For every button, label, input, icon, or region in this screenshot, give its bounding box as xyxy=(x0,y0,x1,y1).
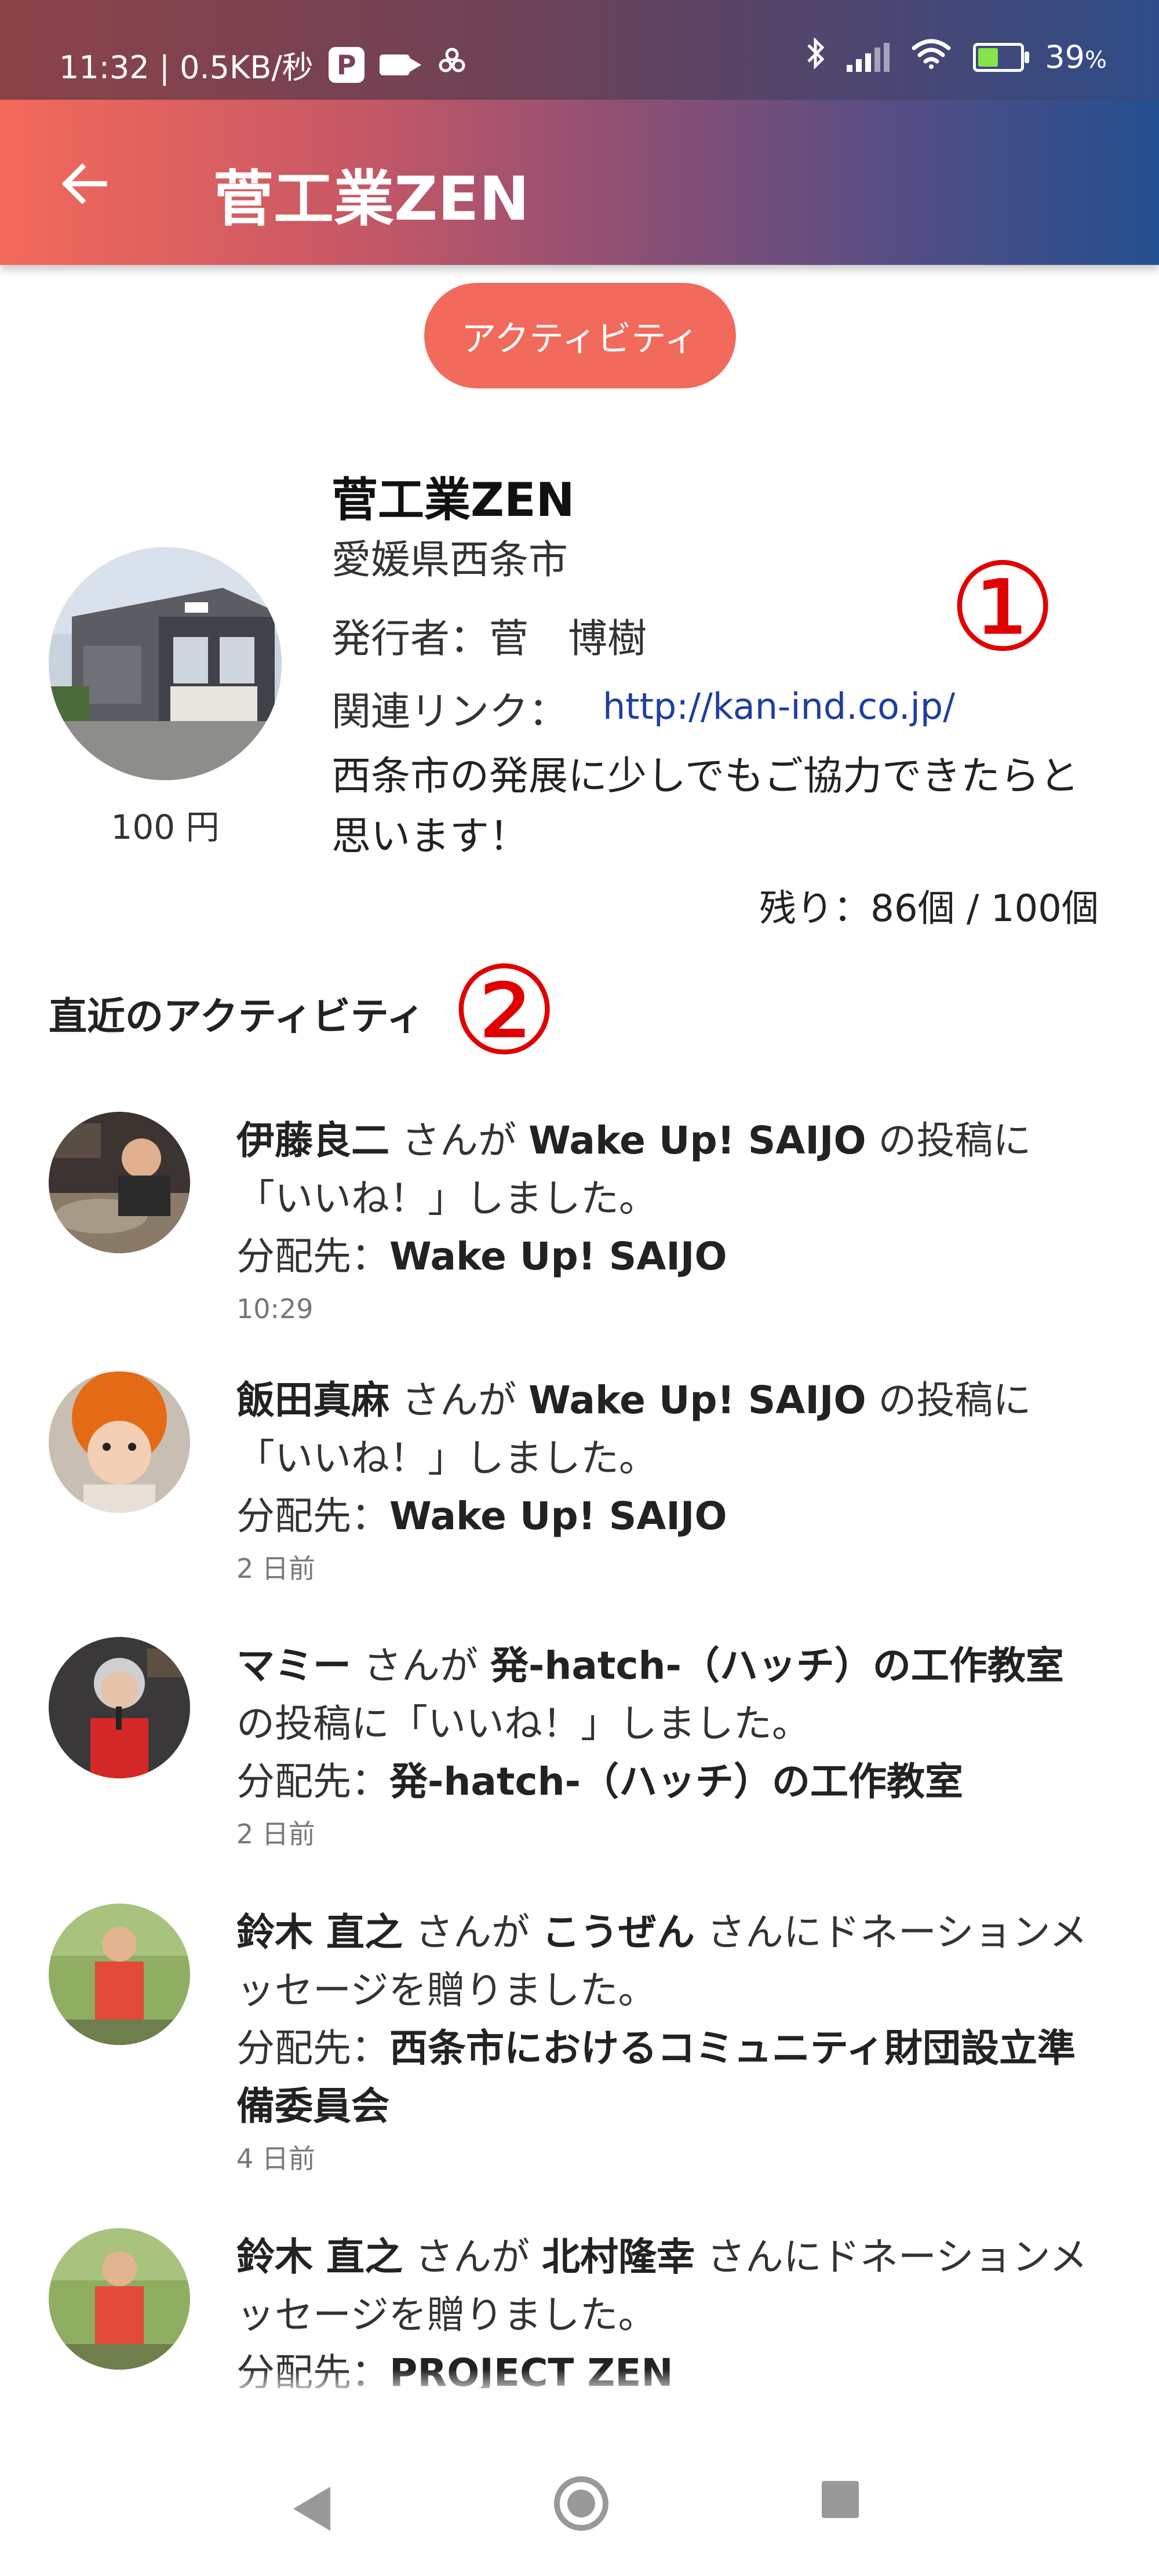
avatar xyxy=(49,1371,190,1513)
section-title: 直近のアクティビティ xyxy=(49,994,425,1039)
system-nav-bar xyxy=(0,2388,1159,2576)
activity-user[interactable]: 伊藤良二 xyxy=(236,1118,389,1163)
signal-icon xyxy=(847,42,890,72)
battery-level: 39% xyxy=(1045,39,1107,75)
activity-user[interactable]: 鈴木 直之 xyxy=(236,2235,403,2279)
bluetooth-icon xyxy=(806,36,826,78)
wifi-icon xyxy=(910,38,952,77)
activity-distribution: 分配先：Wake Up! SAIJO xyxy=(236,1234,727,1279)
annotation-one: ① xyxy=(948,537,1058,679)
battery-icon xyxy=(973,42,1030,72)
activity-distribution: 分配先：西条市におけるコミュニティ財団設立準備委員会 xyxy=(236,2026,1076,2129)
activity-text: 鈴木 直之 さんが こうぜん さんにドネーションメッセージを贈りました。 分配先… xyxy=(236,1904,1106,2182)
profile-name: 菅工業ZEN xyxy=(331,473,575,527)
activity-time: 2 日前 xyxy=(236,1553,315,1584)
status-bar: 11:32 | 0.5KB/秒 P 39% xyxy=(0,0,1159,100)
activity-time: 2 日前 xyxy=(236,1818,315,1850)
activity-text: 伊藤良二 さんが Wake Up! SAIJO の投稿に「いいね！」しました。 … xyxy=(236,1112,1106,1332)
related-link-label: 関連リンク： xyxy=(331,689,568,735)
status-left: 11:32 | 0.5KB/秒 P xyxy=(59,42,466,88)
remaining-count: 残り：86個 / 100個 xyxy=(759,887,1099,930)
avatar xyxy=(49,1904,190,2045)
video-icon xyxy=(379,54,421,75)
arrow-left-icon[interactable] xyxy=(58,158,110,210)
profile-issuer: 発行者：菅 博樹 xyxy=(331,616,647,662)
annotation-two: ② xyxy=(450,940,559,1082)
home-circle-icon[interactable] xyxy=(554,2476,608,2531)
activity-target[interactable]: 北村隆幸 xyxy=(542,2235,695,2279)
activity-target[interactable]: Wake Up! SAIJO xyxy=(529,1378,866,1422)
activity-user[interactable]: 鈴木 直之 xyxy=(236,1910,403,1955)
status-right: 39% xyxy=(806,36,1107,78)
activity-target[interactable]: こうぜん xyxy=(542,1910,695,1955)
activity-text: マミー さんが 発-hatch-（ハッチ）の工作教室 の投稿に「いいね！」しまし… xyxy=(236,1637,1106,1857)
recents-square-icon[interactable] xyxy=(822,2481,859,2518)
activity-user[interactable]: 飯田真麻 xyxy=(236,1378,389,1422)
profile-description: 西条市の発展に少しでもご協力できたらと思います！ xyxy=(331,754,1079,860)
profile-location: 愛媛県西条市 xyxy=(331,537,568,583)
related-link[interactable]: http://kan-ind.co.jp/ xyxy=(603,685,955,727)
page-title: 菅工業ZEN xyxy=(213,163,530,234)
activity-target[interactable]: Wake Up! SAIJO xyxy=(529,1118,866,1163)
avatar xyxy=(49,2228,190,2370)
back-triangle-icon[interactable] xyxy=(293,2487,330,2531)
activity-target[interactable]: 発-hatch-（ハッチ）の工作教室 xyxy=(490,1643,1064,1688)
app-bar: 菅工業ZEN xyxy=(0,100,1159,265)
avatar xyxy=(49,1637,190,1778)
activity-distribution: 分配先：発-hatch-（ハッチ）の工作教室 xyxy=(236,1759,963,1804)
avatar xyxy=(49,1112,190,1253)
activity-distribution: 分配先：Wake Up! SAIJO xyxy=(236,1494,727,1538)
profile-avatar xyxy=(49,547,282,780)
activity-tab-button[interactable]: アクティビティ xyxy=(424,283,736,388)
p-app-icon: P xyxy=(328,46,365,83)
fan-icon xyxy=(438,46,466,83)
price-label: 100 円 xyxy=(111,807,220,847)
activity-time: 4 日前 xyxy=(236,2143,315,2174)
activity-time: 10:29 xyxy=(236,1293,314,1325)
status-time: 11:32 | 0.5KB/秒 xyxy=(59,49,314,86)
activity-user[interactable]: マミー xyxy=(236,1643,351,1688)
activity-text: 飯田真麻 さんが Wake Up! SAIJO の投稿に「いいね！」しました。 … xyxy=(236,1371,1106,1592)
